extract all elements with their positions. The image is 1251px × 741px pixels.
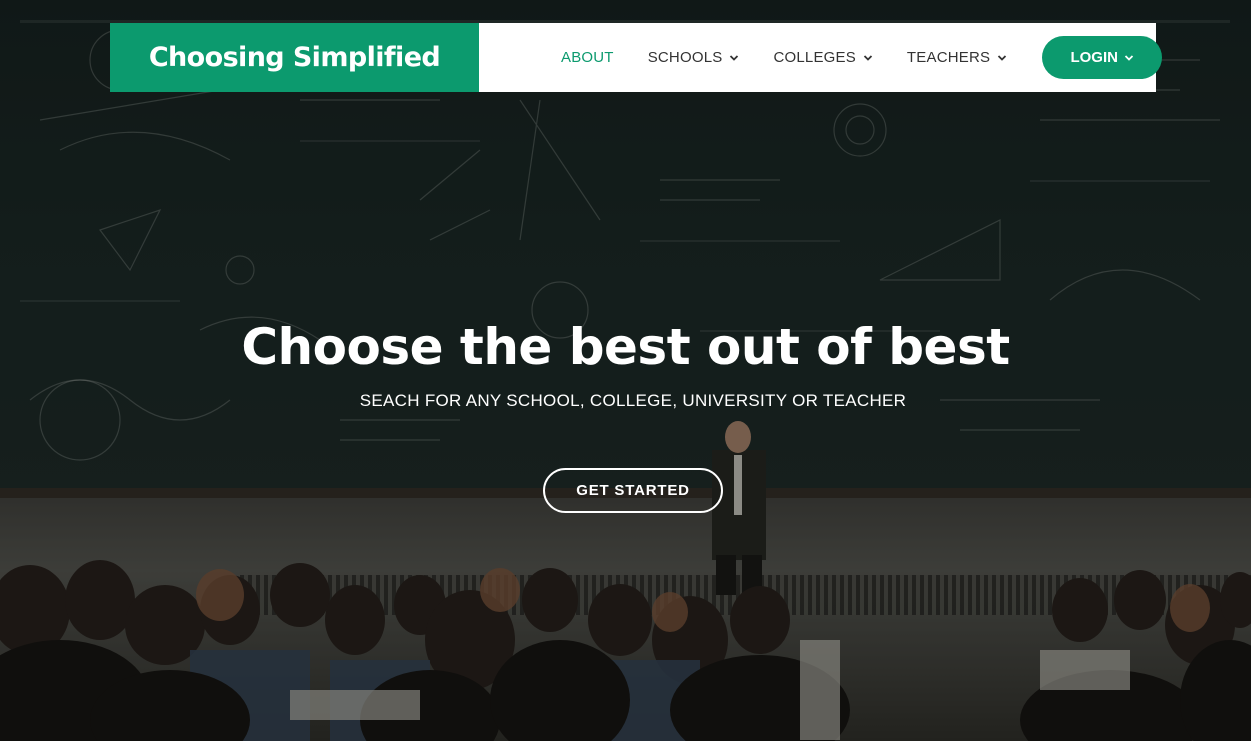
get-started-button[interactable]: GET STARTED (543, 468, 723, 513)
nav-item-schools[interactable]: SCHOOLS (648, 49, 740, 66)
hero-subheadline: SEACH FOR ANY SCHOOL, COLLEGE, UNIVERSIT… (359, 391, 907, 410)
nav-item-about[interactable]: ABOUT (561, 49, 614, 66)
login-label: LOGIN (1070, 49, 1118, 66)
hero-headline: Choose the best out of best (241, 318, 1010, 376)
nav-menu: ABOUT SCHOOLS COLLEGES TEACHERS LOGIN (561, 36, 1163, 79)
nav-item-label: TEACHERS (906, 49, 991, 66)
nav-item-label: COLLEGES (773, 49, 856, 66)
top-navbar: Choosing Simplified ABOUT SCHOOLS COLLEG… (110, 23, 1163, 92)
nav-item-colleges[interactable]: COLLEGES (773, 49, 873, 66)
login-button[interactable]: LOGIN (1042, 36, 1163, 79)
chevron-down-icon (998, 54, 1007, 61)
hero-section: Choosing Simplified ABOUT SCHOOLS COLLEG… (0, 0, 1251, 741)
site-logo[interactable]: Choosing Simplified (110, 23, 479, 92)
chevron-down-icon (863, 54, 873, 61)
chevron-down-icon (730, 54, 739, 61)
chevron-down-icon (1124, 54, 1134, 61)
nav-item-label: ABOUT (561, 49, 614, 66)
nav-item-label: SCHOOLS (647, 49, 723, 66)
nav-item-teachers[interactable]: TEACHERS (907, 49, 1007, 66)
